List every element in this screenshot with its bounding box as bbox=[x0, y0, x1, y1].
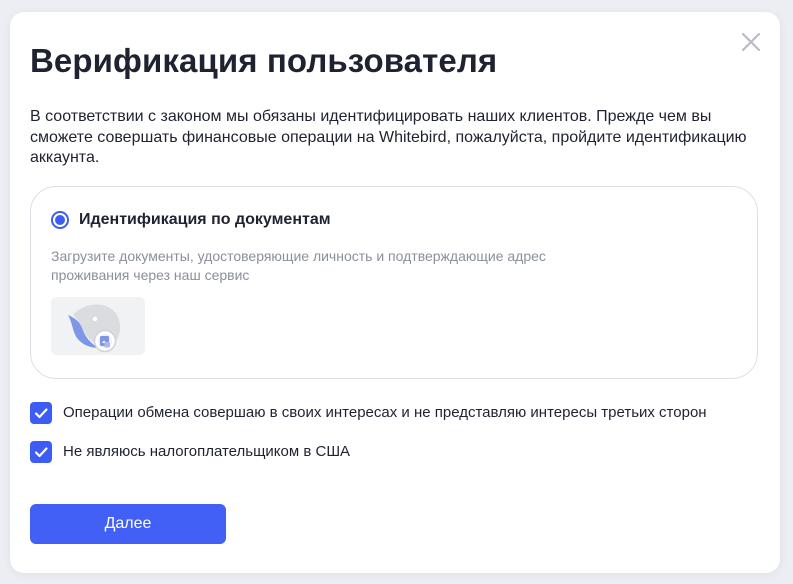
document-verification-radio[interactable] bbox=[51, 211, 69, 229]
intro-text: В соответствии с законом мы обязаны иден… bbox=[30, 108, 747, 166]
verification-modal: Верификация пользователя В соответствии … bbox=[10, 12, 780, 573]
close-button[interactable] bbox=[740, 31, 762, 53]
own-interests-label: Операции обмена совершаю в своих интерес… bbox=[63, 404, 707, 421]
option-description: Загрузите документы, удостоверяющие личн… bbox=[51, 248, 546, 283]
modal-title: Верификация пользователя bbox=[30, 42, 498, 79]
radio-selected-dot bbox=[55, 215, 65, 225]
document-verification-option[interactable]: Идентификация по документам Загрузите до… bbox=[30, 186, 758, 379]
us-taxpayer-checkbox[interactable] bbox=[30, 441, 52, 463]
whitebird-logo-document-icon bbox=[68, 304, 121, 353]
document-thumbnail bbox=[51, 297, 145, 355]
checkmark-icon bbox=[34, 447, 48, 458]
own-interests-checkbox[interactable] bbox=[30, 402, 52, 424]
close-icon bbox=[741, 32, 761, 52]
option-title: Идентификация по документам bbox=[79, 211, 331, 228]
us-taxpayer-label: Не являюсь налогоплательщиком в США bbox=[63, 443, 351, 460]
next-button[interactable]: Далее bbox=[30, 504, 226, 544]
checkmark-icon bbox=[34, 408, 48, 419]
